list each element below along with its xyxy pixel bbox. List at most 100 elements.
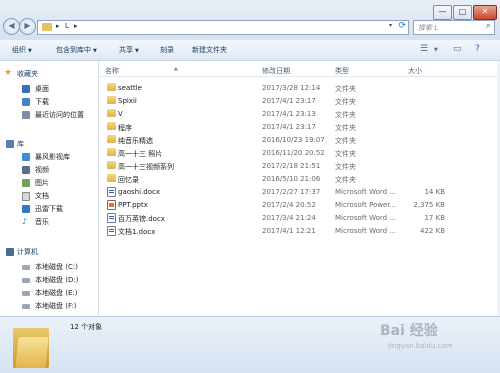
computer-icon (6, 248, 14, 256)
file-modified-date: 2017/2/4 20:52 (262, 201, 316, 209)
file-type: Microsoft Power... (335, 201, 397, 209)
pictures-icon (22, 179, 30, 187)
file-modified-date: 2017/4/1 23:17 (262, 123, 316, 131)
file-row[interactable]: 程序 2017/4/1 23:17 文件夹 (99, 120, 500, 133)
watermark-logo-text: Bai 经验 (380, 323, 438, 339)
file-type: 文件夹 (335, 163, 356, 171)
folder-icon (107, 135, 116, 143)
file-name: 高一十三视频系列 (118, 163, 174, 171)
file-row[interactable]: 文档1.docx 2017/4/1 12:21 Microsoft Word ...… (99, 224, 500, 237)
file-size: 422 KB (420, 227, 445, 235)
file-list: ▲ 名称 修改日期 类型 大小 seattle 2017/3/28 12:14 文件… (99, 61, 500, 316)
word-file-icon (107, 213, 116, 223)
minimize-button[interactable]: — (433, 5, 452, 20)
file-modified-date: 2017/4/1 23:13 (262, 110, 316, 118)
file-name: seattle (118, 84, 142, 92)
column-header-name[interactable]: 名称 (105, 66, 119, 76)
file-modified-date: 2017/3/28 12:14 (262, 84, 321, 92)
file-size: 17 KB (424, 214, 445, 222)
file-modified-date: 2017/2/27 17:37 (262, 188, 321, 196)
file-type: Microsoft Word ... (335, 227, 396, 235)
file-row[interactable]: PPT.pptx 2017/2/4 20:52 Microsoft Power...… (99, 198, 500, 211)
breadcrumb-current[interactable]: L (65, 22, 69, 30)
burn-button[interactable]: 刻录 (160, 45, 174, 55)
search-input[interactable]: 搜索 L (418, 23, 438, 33)
file-name: 程序 (118, 124, 132, 132)
breadcrumb-separator[interactable]: ▸ (56, 22, 60, 30)
address-dropdown-icon[interactable]: ▾ (389, 22, 392, 29)
column-headers: ▲ 名称 修改日期 类型 大小 (99, 63, 500, 77)
file-row[interactable]: V 2017/4/1 23:13 文件夹 (99, 107, 500, 120)
desktop-icon (22, 85, 30, 93)
file-row[interactable]: 纯音乐精选 2016/10/23 19:07 文件夹 (99, 133, 500, 146)
navigation-pane: ★ 收藏夹 桌面 下载 最近访问的位置 库 暴风影视库 视频 图片 文档 迅雷下… (0, 61, 99, 316)
chevron-down-icon[interactable]: ▼ (434, 47, 438, 53)
help-icon[interactable]: ? (475, 44, 480, 54)
video-icon (22, 166, 30, 174)
large-folder-icon (13, 325, 49, 369)
item-count: 12 个对象 (70, 323, 103, 331)
recent-places-icon (22, 111, 30, 119)
file-size: 2,375 KB (413, 201, 445, 209)
file-name: 百万英镑.docx (118, 215, 165, 223)
refresh-icon[interactable]: ⟳ (398, 21, 406, 31)
view-options-icon[interactable]: ☰ (420, 44, 428, 54)
file-type: 文件夹 (335, 150, 356, 158)
maximize-button[interactable]: □ (453, 5, 472, 20)
back-button[interactable]: ◀ (3, 18, 20, 35)
file-name: 高一十三 照片 (118, 150, 163, 158)
search-box[interactable]: 搜索 L ⌕ (413, 20, 495, 35)
title-bar: — □ ✕ ◀ ▶ ▸ L ▸ ▾ ⟳ 搜索 L ⌕ (0, 0, 500, 40)
file-name: gaoshi.docx (118, 188, 160, 196)
file-row[interactable]: 回忆录 2016/5/10 21:06 文件夹 (99, 172, 500, 185)
file-name: 纯音乐精选 (118, 137, 153, 145)
file-modified-date: 2016/5/10 21:06 (262, 175, 321, 183)
column-header-type[interactable]: 类型 (335, 66, 349, 76)
explorer-window: — □ ✕ ◀ ▶ ▸ L ▸ ▾ ⟳ 搜索 L ⌕ 组织 ▼ 包含到库中 ▼ 共享… (0, 0, 500, 373)
column-header-size[interactable]: 大小 (408, 66, 422, 76)
file-modified-date: 2017/2/18 21:51 (262, 162, 321, 170)
close-button[interactable]: ✕ (473, 5, 497, 20)
file-type: Microsoft Word ... (335, 188, 396, 196)
forward-button[interactable]: ▶ (19, 18, 36, 35)
file-modified-date: 2017/4/1 12:21 (262, 227, 316, 235)
folder-icon (107, 83, 116, 91)
address-bar[interactable]: ▸ L ▸ ▾ ⟳ (37, 20, 409, 35)
file-modified-date: 2017/4/1 23:17 (262, 97, 316, 105)
file-name: 文档1.docx (118, 228, 156, 236)
folder-icon (42, 23, 52, 31)
folder-icon (107, 109, 116, 117)
file-modified-date: 2016/10/23 19:07 (262, 136, 325, 144)
folder-icon (107, 148, 116, 156)
drive-icon (22, 304, 30, 309)
file-name: V (118, 110, 123, 118)
file-row[interactable]: seattle 2017/3/28 12:14 文件夹 (99, 81, 500, 94)
word-file-icon (107, 187, 116, 197)
drive-icon (22, 265, 30, 270)
new-folder-button[interactable]: 新建文件夹 (192, 45, 227, 55)
organize-button[interactable]: 组织 ▼ (12, 45, 32, 55)
drive-icon (22, 291, 30, 296)
file-name: 回忆录 (118, 176, 139, 184)
include-in-library-button[interactable]: 包含到库中 ▼ (56, 45, 97, 55)
music-icon: ♪ (22, 217, 28, 226)
breadcrumb-separator[interactable]: ▸ (74, 22, 78, 30)
file-row[interactable]: 高一十三视频系列 2017/2/18 21:51 文件夹 (99, 159, 500, 172)
thunder-icon (22, 205, 30, 213)
column-header-modified[interactable]: 修改日期 (262, 66, 290, 76)
file-row[interactable]: 百万英镑.docx 2017/3/4 21:24 Microsoft Word ..… (99, 211, 500, 224)
file-row[interactable]: gaoshi.docx 2017/2/27 17:37 Microsoft Word… (99, 185, 500, 198)
file-row[interactable]: Spixii 2017/4/1 23:17 文件夹 (99, 94, 500, 107)
file-type: Microsoft Word ... (335, 214, 396, 222)
documents-icon (22, 192, 30, 201)
file-row[interactable]: 高一十三 照片 2016/11/20 20:52 文件夹 (99, 146, 500, 159)
search-icon[interactable]: ⌕ (486, 21, 491, 31)
downloads-icon (22, 98, 30, 106)
folder-icon (107, 122, 116, 130)
preview-pane-icon[interactable]: ▭ (453, 44, 462, 54)
drive-icon (22, 278, 30, 283)
sort-ascending-icon: ▲ (174, 66, 178, 72)
command-bar: 组织 ▼ 包含到库中 ▼ 共享 ▼ 刻录 新建文件夹 ☰ ▼ ▭ ? (0, 40, 500, 61)
file-type: 文件夹 (335, 137, 356, 145)
share-button[interactable]: 共享 ▼ (119, 45, 139, 55)
